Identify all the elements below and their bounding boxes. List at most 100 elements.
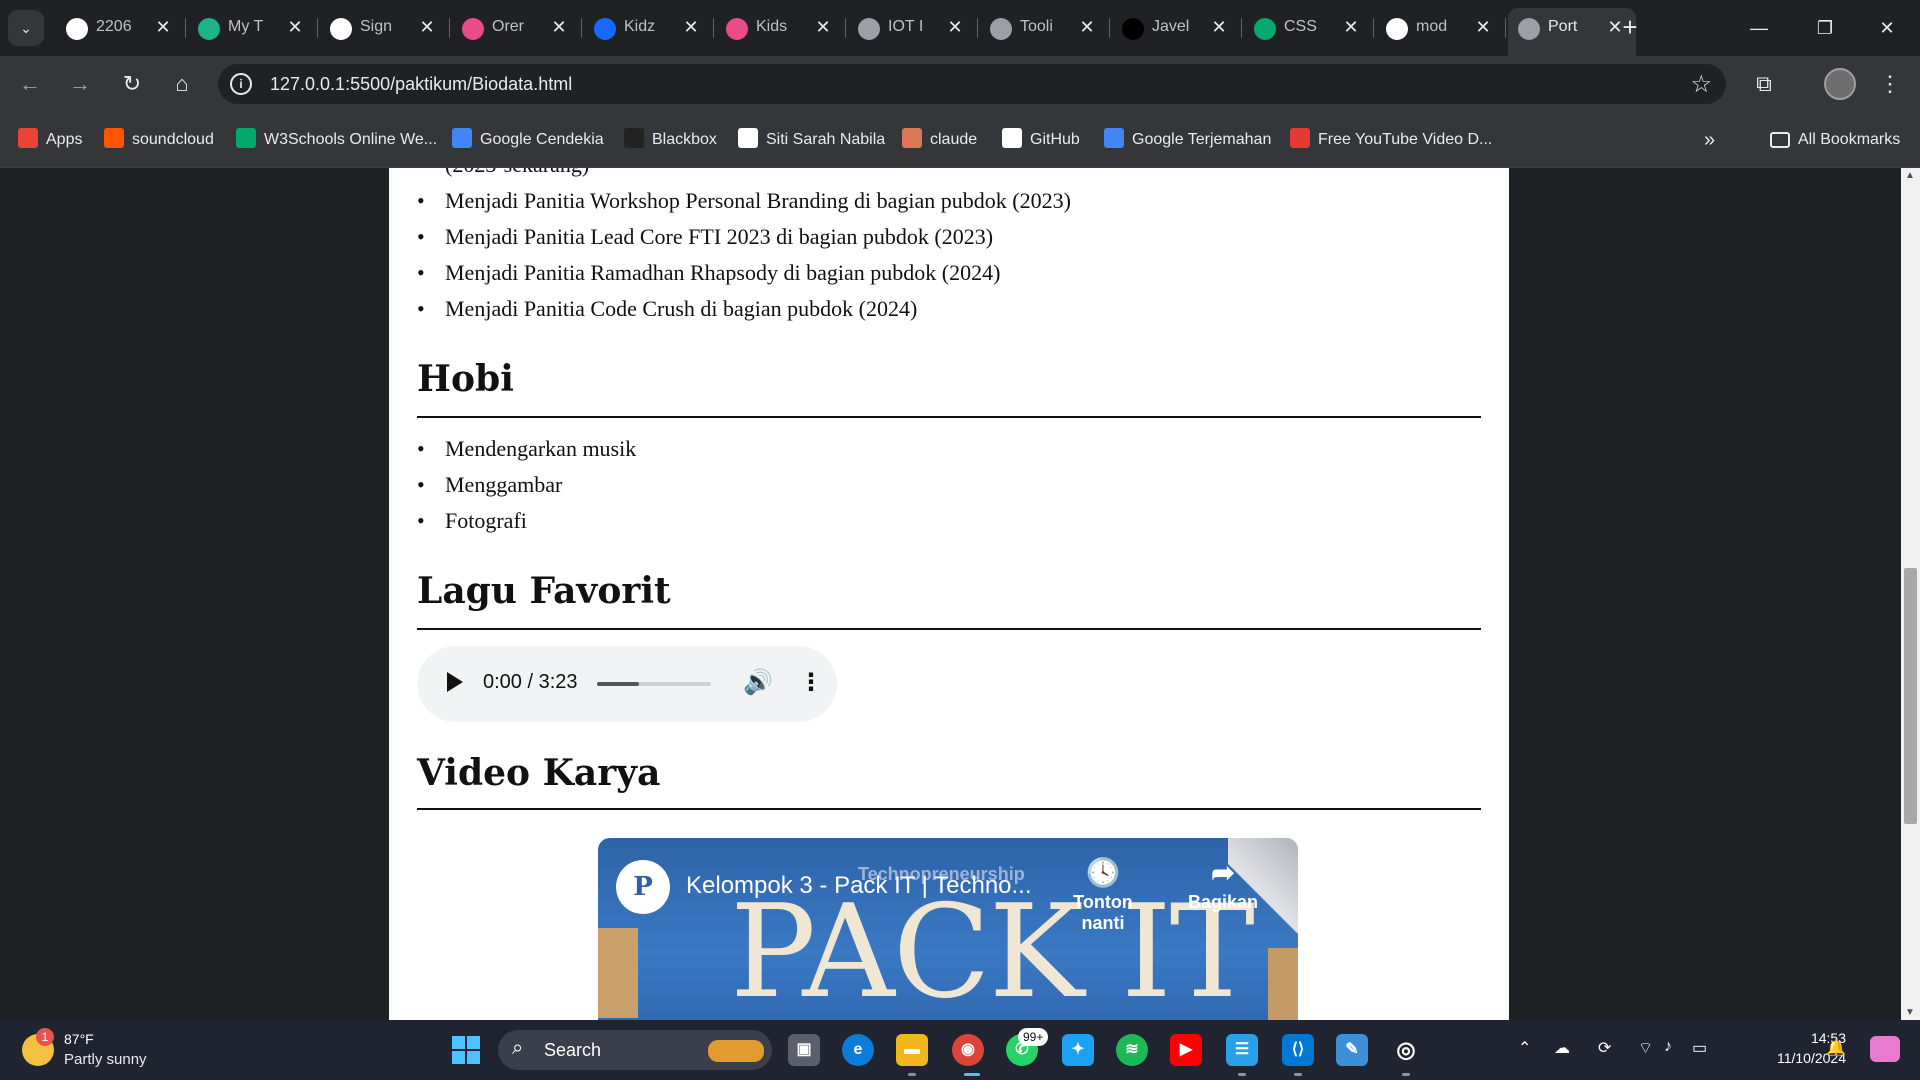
battery-icon[interactable]: ▭ xyxy=(1692,1038,1707,1058)
video-title[interactable]: Kelompok 3 - Pack IT | Techno... xyxy=(686,872,1032,900)
browser-tab[interactable]: CSS ✕ xyxy=(1244,8,1374,48)
bookmark-label: soundcloud xyxy=(132,131,214,148)
audio-time: 0:00 / 3:23 xyxy=(483,671,578,693)
browser-tab[interactable]: 2206 ✕ xyxy=(56,8,186,48)
close-tab-icon[interactable]: ✕ xyxy=(152,16,174,38)
scroll-down-arrow-icon[interactable]: ▼ xyxy=(1905,1007,1915,1018)
minimize-button[interactable]: — xyxy=(1734,10,1784,46)
close-tab-icon[interactable]: ✕ xyxy=(548,16,570,38)
bookmark-label: Blackbox xyxy=(652,131,717,148)
video-bag-image-right xyxy=(1268,948,1298,1020)
browser-tab[interactable]: Sign ✕ xyxy=(320,8,450,48)
browser-tab[interactable]: Javel ✕ xyxy=(1112,8,1242,48)
bookmark-item[interactable]: Free YouTube Video D... xyxy=(1290,126,1492,154)
url-text[interactable]: 127.0.0.1:5500/paktikum/Biodata.html xyxy=(270,74,572,95)
youtube-icon[interactable]: ▶ xyxy=(1170,1034,1202,1066)
file-explorer-icon[interactable]: ▬ xyxy=(896,1034,928,1066)
chrome-icon[interactable]: ◉ xyxy=(952,1034,984,1066)
browser-tab[interactable]: Kids ✕ xyxy=(716,8,846,48)
close-tab-icon[interactable]: ✕ xyxy=(416,16,438,38)
tab-strip: ⌄ 2206 ✕ My T ✕ Sign ✕ Orer ✕ Kidz ✕ Kids ✕ IOT I ✕ To… xyxy=(0,0,1920,56)
tab-separator xyxy=(317,18,318,38)
github-icon xyxy=(1002,128,1022,148)
wifi-icon[interactable]: ⌔ xyxy=(1638,1038,1653,1058)
taskbar-search[interactable]: ⌕ Search xyxy=(498,1030,772,1070)
bookmark-item[interactable]: W3Schools Online We... xyxy=(236,126,437,154)
edge-icon[interactable]: e xyxy=(842,1034,874,1066)
site-info-icon[interactable]: i xyxy=(230,73,252,95)
browser-tab[interactable]: Kidz ✕ xyxy=(584,8,714,48)
obs-icon[interactable]: ◎ xyxy=(1390,1034,1422,1066)
start-button[interactable] xyxy=(452,1036,480,1064)
paint-icon[interactable]: ✎ xyxy=(1336,1034,1368,1066)
browser-menu-icon[interactable]: ⋮ xyxy=(1876,68,1904,100)
share-button[interactable]: ➦ Bagikan xyxy=(1178,856,1268,913)
tray-overflow-icon[interactable]: ⌃ xyxy=(1518,1038,1531,1058)
bookmark-item[interactable]: GitHub xyxy=(1002,126,1080,154)
restore-button[interactable]: ❐ xyxy=(1800,10,1850,46)
twitter-icon[interactable]: ✦ xyxy=(1062,1034,1094,1066)
weather-temperature[interactable]: 87°F xyxy=(64,1031,94,1047)
browser-tab[interactable]: My T ✕ xyxy=(188,8,318,48)
close-window-button[interactable]: ✕ xyxy=(1862,10,1912,46)
scroll-up-arrow-icon[interactable]: ▲ xyxy=(1905,170,1915,181)
bookmark-item[interactable]: claude xyxy=(902,126,977,154)
youtube-embed[interactable]: PACK IT Technopreneurship P Kelompok 3 -… xyxy=(598,838,1298,1020)
scrollbar-thumb[interactable] xyxy=(1904,568,1917,824)
close-tab-icon[interactable]: ✕ xyxy=(1076,16,1098,38)
new-tab-button[interactable]: + xyxy=(1614,12,1646,44)
forward-button[interactable]: → xyxy=(62,66,98,102)
notification-bell-icon[interactable]: 🔔 xyxy=(1826,1038,1846,1058)
reload-button[interactable]: ↻ xyxy=(114,66,150,102)
scholar-icon xyxy=(452,128,472,148)
bookmark-item[interactable]: Apps xyxy=(18,126,82,154)
address-bar[interactable]: i 127.0.0.1:5500/paktikum/Biodata.html ☆ xyxy=(218,64,1726,104)
browser-tab[interactable]: Orer ✕ xyxy=(452,8,582,48)
close-tab-icon[interactable]: ✕ xyxy=(680,16,702,38)
browser-tab[interactable]: mod ✕ xyxy=(1376,8,1506,48)
apps-grid-icon xyxy=(18,128,38,148)
play-icon[interactable] xyxy=(447,672,463,692)
close-tab-icon[interactable]: ✕ xyxy=(284,16,306,38)
bookmarks-overflow-icon[interactable]: » xyxy=(1704,126,1715,154)
bookmark-item[interactable]: Google Cendekia xyxy=(452,126,604,154)
close-tab-icon[interactable]: ✕ xyxy=(1208,16,1230,38)
page-scrollbar[interactable]: ▲ ▼ xyxy=(1901,168,1920,1020)
bookmark-item[interactable]: Siti Sarah Nabila xyxy=(738,126,885,154)
browser-tab[interactable]: IOT I ✕ xyxy=(848,8,978,48)
audio-more-options-icon[interactable]: ⋮ xyxy=(799,668,823,696)
home-button[interactable]: ⌂ xyxy=(164,66,200,102)
task-view-icon[interactable]: ▣ xyxy=(788,1034,820,1066)
notepad-icon[interactable]: ☰ xyxy=(1226,1034,1258,1066)
volume-icon[interactable]: 🔊 xyxy=(743,668,773,696)
audio-progress-track[interactable] xyxy=(597,682,711,686)
weather-description[interactable]: Partly sunny xyxy=(64,1051,147,1068)
profile-avatar[interactable] xyxy=(1824,68,1856,100)
vscode-icon[interactable]: ⟨⟩ xyxy=(1282,1034,1314,1066)
copilot-icon[interactable] xyxy=(1870,1036,1900,1062)
tab-search-button[interactable]: ⌄ xyxy=(8,10,44,46)
bookmark-item[interactable]: Google Terjemahan xyxy=(1104,126,1271,154)
all-bookmarks-button[interactable]: All Bookmarks xyxy=(1770,126,1900,154)
w3-icon xyxy=(1254,18,1276,40)
close-tab-icon[interactable]: ✕ xyxy=(812,16,834,38)
watch-later-button[interactable]: 🕓 Tonton nanti xyxy=(1058,856,1148,934)
bookmark-item[interactable]: soundcloud xyxy=(104,126,214,154)
close-tab-icon[interactable]: ✕ xyxy=(944,16,966,38)
onedrive-icon[interactable]: ☁ xyxy=(1554,1038,1570,1058)
close-tab-icon[interactable]: ✕ xyxy=(1472,16,1494,38)
close-tab-icon[interactable]: ✕ xyxy=(1340,16,1362,38)
sync-icon[interactable]: ⟳ xyxy=(1598,1038,1611,1058)
bookmark-item[interactable]: Blackbox xyxy=(624,126,717,154)
channel-avatar[interactable]: P xyxy=(616,860,670,914)
extensions-icon[interactable]: ⧉ xyxy=(1748,68,1780,100)
dribbble-icon xyxy=(462,18,484,40)
song-heading: Lagu Favorit xyxy=(417,570,671,612)
bookmark-star-icon[interactable]: ☆ xyxy=(1690,70,1712,99)
speaker-icon[interactable]: ♪ xyxy=(1664,1038,1672,1056)
tab-title: Port xyxy=(1548,18,1578,35)
spotify-icon[interactable]: ≋ xyxy=(1116,1034,1148,1066)
audio-player[interactable]: 0:00 / 3:23 🔊 ⋮ xyxy=(417,646,837,722)
browser-tab[interactable]: Tooli ✕ xyxy=(980,8,1110,48)
back-button[interactable]: ← xyxy=(12,66,48,102)
